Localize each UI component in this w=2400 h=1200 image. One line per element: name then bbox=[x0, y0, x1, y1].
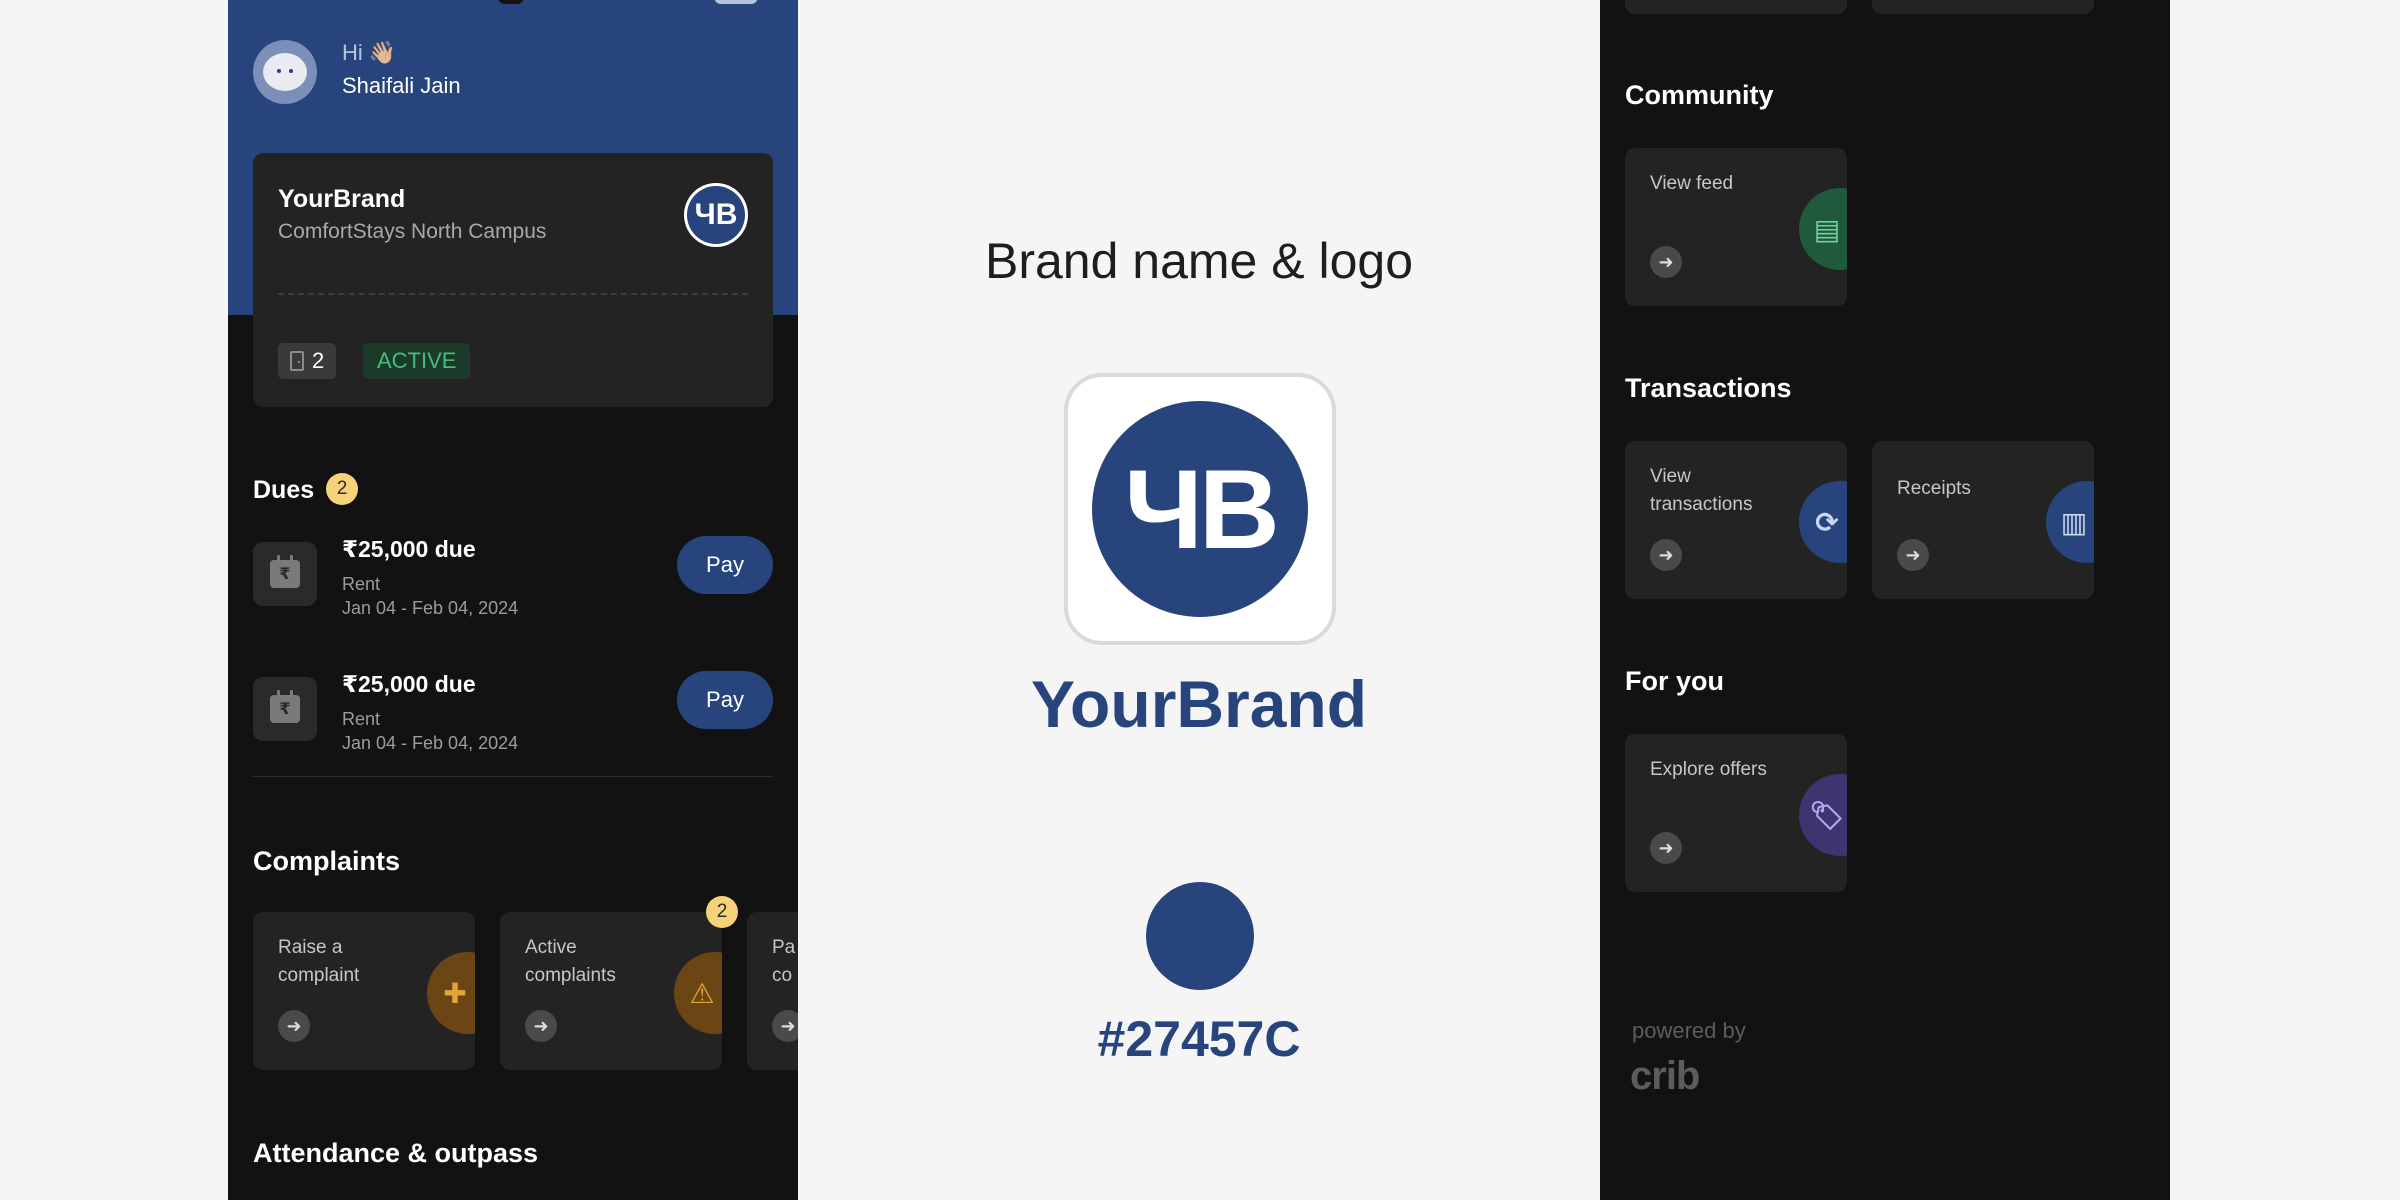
greeting-hi: Hi 👋🏼 bbox=[342, 40, 397, 65]
due-amount: ₹25,000 due bbox=[342, 536, 476, 562]
user-name: Shaifali Jain bbox=[342, 73, 461, 98]
explore-offers-tile[interactable]: Explore offers ➜ 🏷 bbox=[1625, 734, 1847, 892]
due-item[interactable]: ₹ ₹25,000 due Rent Jan 04 - Feb 04, 2024… bbox=[253, 536, 773, 646]
brand-logo-monogram: ЧB bbox=[687, 186, 745, 244]
due-item[interactable]: ₹ ₹25,000 due Rent Jan 04 - Feb 04, 2024… bbox=[253, 671, 773, 781]
view-feed-tile[interactable]: View feed ➜ ▤ bbox=[1625, 148, 1847, 306]
door-icon bbox=[290, 351, 304, 371]
status-bar-fragment bbox=[714, 0, 758, 4]
arrow-right-icon[interactable]: ➜ bbox=[278, 1010, 310, 1042]
brand-logo-monogram: ЧB bbox=[1092, 401, 1308, 617]
calendar-rupee-icon: ₹ bbox=[253, 677, 317, 741]
arrow-right-icon[interactable]: ➜ bbox=[525, 1010, 557, 1042]
due-dates: Jan 04 - Feb 04, 2024 bbox=[342, 598, 519, 618]
brand-wordmark: YourBrand bbox=[1030, 667, 1368, 741]
pay-button[interactable]: Pay bbox=[677, 671, 773, 729]
arrow-right-icon[interactable]: ➜ bbox=[772, 1010, 798, 1042]
crib-logo: crib bbox=[1630, 1054, 1700, 1098]
powered-by-label: powered by bbox=[1632, 1018, 1746, 1043]
room-chip: 2 bbox=[278, 343, 337, 379]
property-campus-name: ComfortStays North Campus bbox=[278, 220, 547, 243]
warning-3d-icon: ⚠ bbox=[674, 952, 722, 1034]
due-type: Rent bbox=[342, 574, 381, 594]
tile-label: Receipts bbox=[1897, 478, 1971, 499]
community-section-title: Community bbox=[1625, 80, 1774, 110]
arrow-right-icon[interactable]: ➜ bbox=[1650, 246, 1682, 278]
brand-color-hex: #27457C bbox=[1097, 1011, 1301, 1067]
resident-app-more-screen: Community View feed ➜ ▤ Transactions Vie… bbox=[1600, 0, 2170, 1200]
tile-label: Explore offers bbox=[1650, 759, 1767, 780]
dues-section-title: Dues bbox=[253, 476, 315, 504]
attendance-section-title: Attendance & outpass bbox=[253, 1138, 539, 1168]
for-you-section-title: For you bbox=[1625, 666, 1724, 696]
receipt-3d-icon: ▥ bbox=[2046, 481, 2094, 563]
tile-label: View transactions bbox=[1650, 466, 1753, 515]
brand-logo-icon: ЧB bbox=[684, 183, 748, 247]
property-card[interactable]: YourBrand ComfortStays North Campus ЧB 2… bbox=[253, 153, 773, 407]
section-divider bbox=[253, 776, 773, 777]
tile-label: Raise a complaint bbox=[278, 937, 360, 986]
arrow-right-icon[interactable]: ➜ bbox=[1650, 539, 1682, 571]
tile-label: Active complaints bbox=[525, 937, 616, 986]
tag-3d-icon: 🏷 bbox=[1799, 774, 1847, 856]
brand-panel-heading: Brand name & logo bbox=[984, 233, 1414, 289]
due-type: Rent bbox=[342, 709, 381, 729]
room-count: 2 bbox=[312, 348, 325, 373]
complaints-section-title: Complaints bbox=[253, 846, 401, 876]
card-divider bbox=[278, 293, 748, 295]
dues-count-badge: 2 bbox=[326, 473, 358, 505]
tile-label: Pa co bbox=[772, 937, 796, 986]
due-amount: ₹25,000 due bbox=[342, 671, 476, 697]
plus-3d-icon: ✚ bbox=[427, 952, 475, 1034]
avatar[interactable] bbox=[253, 40, 317, 104]
calendar-rupee-icon: ₹ bbox=[253, 542, 317, 606]
property-brand-name: YourBrand bbox=[278, 185, 406, 213]
tile-label: View feed bbox=[1650, 173, 1734, 194]
view-transactions-tile[interactable]: View transactions ➜ ⟳ bbox=[1625, 441, 1847, 599]
receipts-tile[interactable]: Receipts ➜ ▥ bbox=[1872, 441, 2094, 599]
arrow-right-icon[interactable]: ➜ bbox=[1650, 832, 1682, 864]
active-complaints-badge: 2 bbox=[706, 896, 738, 928]
feed-3d-icon: ▤ bbox=[1799, 188, 1847, 270]
active-complaints-tile[interactable]: Active complaints ➜ ⚠ 2 bbox=[500, 896, 738, 1070]
due-dates: Jan 04 - Feb 04, 2024 bbox=[342, 733, 519, 753]
avatar-face-icon bbox=[263, 53, 307, 91]
transactions-section-title: Transactions bbox=[1625, 373, 1792, 403]
tile-stub bbox=[1872, 0, 2094, 14]
brand-color-swatch bbox=[1146, 882, 1254, 990]
past-complaints-tile[interactable]: Pa co ➜ bbox=[747, 912, 798, 1070]
brand-app-icon: ЧB bbox=[1064, 373, 1336, 645]
pay-button[interactable]: Pay bbox=[677, 536, 773, 594]
status-badge: ACTIVE bbox=[363, 343, 471, 379]
arrow-right-icon[interactable]: ➜ bbox=[1897, 539, 1929, 571]
tile-stub bbox=[1625, 0, 1847, 14]
refresh-3d-icon: ⟳ bbox=[1799, 481, 1847, 563]
resident-app-home-screen: Hi 👋🏼 Shaifali Jain YourBrand ComfortSta… bbox=[228, 0, 798, 1200]
raise-complaint-tile[interactable]: Raise a complaint ➜ ✚ bbox=[253, 912, 475, 1070]
